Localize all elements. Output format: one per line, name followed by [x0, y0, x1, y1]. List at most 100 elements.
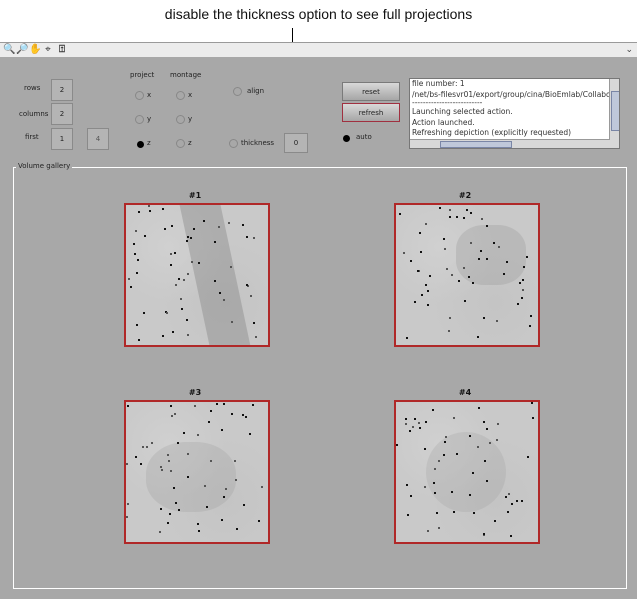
refresh-button[interactable]: refresh — [342, 103, 400, 122]
thickness-input[interactable]: 0 — [284, 133, 308, 153]
particle-dot — [472, 282, 474, 284]
particle-dot — [425, 284, 427, 286]
first-input[interactable]: 1 — [51, 128, 73, 150]
particle-dot — [434, 468, 436, 470]
particle-dot — [406, 337, 408, 339]
columns-input[interactable]: 2 — [51, 103, 73, 125]
particle-dot — [480, 250, 482, 252]
thickness-toggle[interactable] — [229, 139, 238, 148]
particle-dot — [427, 290, 429, 292]
particle-dot — [140, 463, 142, 465]
particle-dot — [470, 212, 472, 214]
particle-dot — [134, 253, 136, 255]
volume-image-4[interactable] — [394, 400, 540, 544]
particle-dot — [429, 275, 431, 277]
particle-dot — [406, 484, 408, 486]
particle-dot — [531, 402, 533, 404]
particle-dot — [170, 470, 172, 472]
thickness-label: thickness — [241, 139, 275, 147]
particle-dot — [223, 403, 225, 405]
zoom-out-icon[interactable]: 🔎 — [16, 43, 28, 57]
chevron-down-icon[interactable]: ⌄ — [625, 43, 633, 57]
scroll-thumb[interactable] — [440, 141, 512, 148]
particle-dot — [396, 444, 398, 446]
particle-dot — [245, 416, 247, 418]
particle-dot — [146, 446, 148, 448]
project-z-radio[interactable] — [137, 141, 144, 148]
particle-dot — [198, 262, 200, 264]
zoom-in-icon[interactable]: 🔍 — [3, 43, 15, 57]
particle-dot — [434, 492, 436, 494]
particle-dot — [438, 460, 440, 462]
particle-dot — [433, 482, 435, 484]
reset-button[interactable]: reset — [342, 82, 400, 101]
particle-dot — [151, 442, 153, 444]
particle-dot — [469, 494, 471, 496]
montage-x-radio[interactable] — [176, 91, 185, 100]
log-line: Launching selected action. — [412, 107, 513, 116]
data-cursor-icon[interactable]: ⌖ — [42, 43, 54, 57]
particle-dot — [420, 251, 422, 253]
particle-dot — [193, 228, 195, 230]
particle-dot — [481, 218, 483, 220]
log-horizontal-scrollbar[interactable] — [410, 139, 610, 148]
particle-dot — [496, 320, 498, 322]
montage-y-radio[interactable] — [176, 115, 185, 124]
particle-dot — [405, 423, 407, 425]
particle-dot — [172, 331, 174, 333]
volume-image-1[interactable] — [124, 203, 270, 347]
particle-dot — [486, 258, 488, 260]
particle-dot — [133, 243, 135, 245]
particle-dot — [473, 512, 475, 514]
particle-dot — [208, 421, 210, 423]
particle-dot — [478, 407, 480, 409]
particle-dot — [521, 500, 523, 502]
auto-radio[interactable] — [343, 135, 350, 142]
scroll-thumb[interactable] — [611, 91, 619, 131]
particle-dot — [508, 493, 510, 495]
particle-dot — [522, 289, 524, 291]
log-line: Action launched. — [412, 117, 475, 127]
log-vertical-scrollbar[interactable] — [609, 79, 619, 148]
volume-image-3[interactable] — [124, 400, 270, 544]
particle-dot — [198, 530, 200, 532]
particle-dot — [456, 453, 458, 455]
particle-dot — [175, 284, 177, 286]
particle-dot — [252, 404, 254, 406]
particle-dot — [526, 256, 528, 258]
particle-dot — [160, 466, 162, 468]
particle-dot — [162, 335, 164, 337]
particle-dot — [174, 252, 176, 254]
volume-image-2[interactable] — [394, 203, 540, 347]
last-input[interactable]: 4 — [87, 128, 109, 150]
particle-dot — [243, 504, 245, 506]
project-x-label: x — [147, 91, 152, 99]
align-radio[interactable] — [233, 87, 242, 96]
particle-dot — [516, 500, 518, 502]
particle-dot — [135, 230, 137, 232]
particle-dot — [160, 508, 162, 510]
particle-dot — [399, 213, 401, 215]
particle-dot — [159, 531, 161, 533]
rows-input[interactable]: 2 — [51, 79, 73, 101]
particle-dot — [167, 454, 169, 456]
montage-z-radio[interactable] — [176, 139, 185, 148]
particle-dot — [187, 236, 189, 238]
particle-dot — [483, 533, 485, 535]
particle-dot — [458, 280, 460, 282]
particle-dot — [183, 432, 185, 434]
particle-dot — [470, 242, 472, 244]
project-label: project — [130, 71, 155, 79]
log-listbox[interactable]: file number: 1 /net/bs-filesvr01/export/… — [409, 78, 620, 149]
pan-icon[interactable]: ✋ — [29, 43, 41, 57]
project-y-radio[interactable] — [135, 115, 144, 124]
montage-label: montage — [170, 71, 202, 79]
step-icon[interactable]: ⍐ — [56, 43, 68, 57]
particle-dot — [477, 446, 479, 448]
particle-dot — [167, 522, 169, 524]
project-x-radio[interactable] — [135, 91, 144, 100]
particle-dot — [410, 260, 412, 262]
particle-dot — [494, 520, 496, 522]
particle-dot — [235, 479, 237, 481]
particle-dot — [527, 456, 529, 458]
